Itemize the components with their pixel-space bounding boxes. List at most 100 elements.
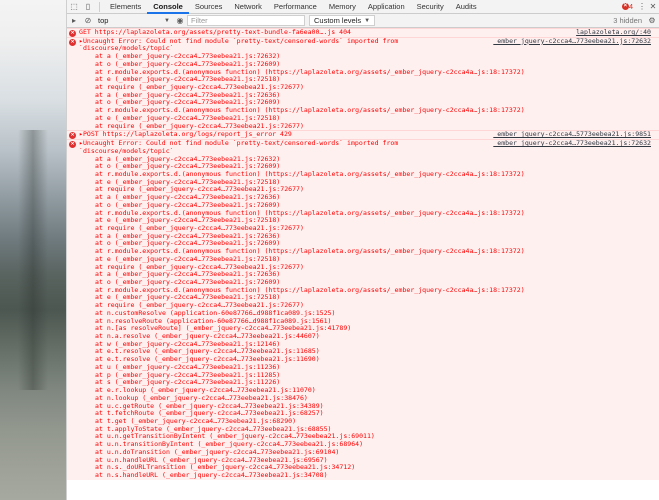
console-settings-gear-icon[interactable]: ⚙ (645, 14, 659, 28)
stack-frame-line[interactable]: at a (_ember_jquery-c2cca4…773eebea21.js… (79, 92, 655, 100)
stack-frame-text: at n.lookup (_ember_jquery-c2cca4…773eeb… (95, 394, 308, 402)
stack-frame-line[interactable]: at n.resolveRoute (application-60e87766…… (79, 318, 655, 326)
stack-frame-line[interactable]: at a (_ember_jquery-c2cca4…773eebea21.js… (79, 233, 655, 241)
log-levels-dropdown[interactable]: Custom levels ▼ (309, 15, 376, 26)
stack-frame-line[interactable]: at a (_ember_jquery-c2cca4…773eebea21.js… (79, 271, 655, 279)
more-options-icon[interactable]: ⋮ (637, 2, 647, 11)
tab-application[interactable]: Application (362, 0, 411, 14)
tab-performance[interactable]: Performance (268, 0, 323, 14)
stack-frame-line[interactable]: at n.[as resolveRoute] (_ember_jquery-c2… (79, 325, 655, 333)
stack-frame-text: at require (_ember_jquery-c2cca4…773eebe… (95, 122, 304, 130)
stack-frame-line[interactable]: at s (_ember_jquery-c2cca4…773eebea21.js… (79, 379, 655, 387)
message-text: ▸Uncaught Error: Could not find module `… (79, 140, 399, 148)
stack-frame-text: at e.t.resolve (_ember_jquery-c2cca4…773… (95, 356, 320, 364)
stack-frame-line[interactable]: at r.module.exports.d.(anonymous functio… (79, 210, 655, 218)
log-levels-label: Custom levels (314, 16, 362, 25)
stack-frame-line[interactable]: at u.n.transitionByIntent (_ember_jquery… (79, 441, 655, 449)
stack-frame-line[interactable]: at n.s._doURLTransition (_ember_jquery-c… (79, 464, 655, 472)
stack-frame-line[interactable]: at e (_ember_jquery-c2cca4…773eebea21.js… (79, 256, 655, 264)
show-sidebar-icon[interactable]: ▸ (67, 14, 81, 28)
stack-frame-line[interactable]: at u.c.getRoute (_ember_jquery-c2cca4…77… (79, 403, 655, 411)
stack-frame-line[interactable]: at e (_ember_jquery-c2cca4…773eebea21.js… (79, 179, 655, 187)
context-selector[interactable]: top ▼ (95, 15, 173, 26)
live-expression-eye-icon[interactable]: ◉ (173, 14, 187, 28)
source-link[interactable]: _ember_jquery-c2cca4…773eebea21.js:72632 (493, 38, 651, 46)
tab-security[interactable]: Security (411, 0, 450, 14)
inspect-element-icon[interactable]: ⬚ (67, 0, 81, 14)
stack-frame-line[interactable]: at a (_ember_jquery-c2cca4…773eebea21.js… (79, 53, 655, 61)
stack-frame-line[interactable]: at a (_ember_jquery-c2cca4…773eebea21.js… (79, 194, 655, 202)
stack-frame-line[interactable]: at require (_ember_jquery-c2cca4…773eebe… (79, 302, 655, 310)
stack-frame-line[interactable]: at o (_ember_jquery-c2cca4…773eebea21.js… (79, 240, 655, 248)
stack-frame-text: at e.t.resolve (_ember_jquery-c2cca4…773… (95, 348, 320, 356)
stack-frame-line[interactable]: at n.a.resolve (_ember_jquery-c2cca4…773… (79, 333, 655, 341)
stack-frame-line[interactable]: at r.module.exports.d.(anonymous functio… (79, 171, 655, 179)
stack-frame-text: at e.r.lookup (_ember_jquery-c2cca4…773e… (95, 387, 316, 395)
stack-frame-text: at a (_ember_jquery-c2cca4…773eebea21.js… (95, 232, 281, 240)
stack-frame-line[interactable]: at o (_ember_jquery-c2cca4…773eebea21.js… (79, 279, 655, 287)
stack-frame-line[interactable]: at r.module.exports.d.(anonymous functio… (79, 107, 655, 115)
stack-frame-line[interactable]: at o (_ember_jquery-c2cca4…773eebea21.js… (79, 61, 655, 69)
stack-frame-line[interactable]: at u.n.doTransition (_ember_jquery-c2cca… (79, 449, 655, 457)
stack-frame-line[interactable]: at w (_ember_jquery-c2cca4…773eebea21.js… (79, 341, 655, 349)
stack-frame-line[interactable]: at n.s.handleURL (_ember_jquery-c2cca4…7… (79, 472, 655, 480)
console-error-message: × ▸POST https://laplazoleta.org/logs/repo… (67, 130, 659, 140)
stack-frame-line[interactable]: at require (_ember_jquery-c2cca4…773eebe… (79, 225, 655, 233)
stack-frame-text: at e (_ember_jquery-c2cca4…773eebea21.js… (95, 178, 281, 186)
tab-sources[interactable]: Sources (189, 0, 229, 14)
stack-frame-line[interactable]: at require (_ember_jquery-c2cca4…773eebe… (79, 84, 655, 92)
stack-frame-line[interactable]: at require (_ember_jquery-c2cca4…773eebe… (79, 123, 655, 131)
stack-frame-text: at require (_ember_jquery-c2cca4…773eebe… (95, 263, 304, 271)
message-text-line: ▸Uncaught Error: Could not find module `… (79, 140, 655, 148)
tab-memory[interactable]: Memory (323, 0, 362, 14)
source-link[interactable]: laplazoleta.org/:40 (576, 29, 651, 37)
error-count-badge[interactable]: × 4 (620, 2, 633, 11)
tab-console[interactable]: Console (147, 0, 189, 14)
stack-frame-line[interactable]: at e (_ember_jquery-c2cca4…773eebea21.js… (79, 76, 655, 84)
source-link[interactable]: _ember_jquery-c2cca4…773eebea21.js:72632 (493, 140, 651, 148)
stack-frame-line[interactable]: at o (_ember_jquery-c2cca4…773eebea21.js… (79, 99, 655, 107)
stack-frame-line[interactable]: at o (_ember_jquery-c2cca4…773eebea21.js… (79, 163, 655, 171)
stack-frame-line[interactable]: at e (_ember_jquery-c2cca4…773eebea21.js… (79, 294, 655, 302)
stack-frame-line[interactable]: at u (_ember_jquery-c2cca4…773eebea21.js… (79, 364, 655, 372)
stack-frame-text: at w (_ember_jquery-c2cca4…773eebea21.js… (95, 340, 281, 348)
stack-frame-text: at o (_ember_jquery-c2cca4…773eebea21.js… (95, 240, 281, 248)
stack-frame-line[interactable]: at t.get (_ember_jquery-c2cca4…773eebea2… (79, 418, 655, 426)
stack-frame-line[interactable]: at require (_ember_jquery-c2cca4…773eebe… (79, 186, 655, 194)
filter-input[interactable] (187, 15, 305, 26)
stack-frame-text: at a (_ember_jquery-c2cca4…773eebea21.js… (95, 53, 281, 61)
stack-frame-line[interactable]: at r.module.exports.d.(anonymous functio… (79, 287, 655, 295)
stack-frame-line[interactable]: at a (_ember_jquery-c2cca4…773eebea21.js… (79, 156, 655, 164)
stack-frame-text: at o (_ember_jquery-c2cca4…773eebea21.js… (95, 163, 281, 171)
stack-frame-line[interactable]: at e.r.lookup (_ember_jquery-c2cca4…773e… (79, 387, 655, 395)
stack-frame-text: at n.a.resolve (_ember_jquery-c2cca4…773… (95, 333, 320, 341)
tab-network[interactable]: Network (228, 0, 268, 14)
stack-frame-line[interactable]: at r.module.exports.d.(anonymous functio… (79, 69, 655, 77)
stack-frame-line[interactable]: at o (_ember_jquery-c2cca4…773eebea21.js… (79, 202, 655, 210)
tab-elements[interactable]: Elements (104, 0, 147, 14)
stack-frame-line[interactable]: at n.customResolve (application-60e87766… (79, 310, 655, 318)
stack-frame-line[interactable]: at e (_ember_jquery-c2cca4…773eebea21.js… (79, 115, 655, 123)
stack-frame-text: at u.n.getTransitionByIntent (_ember_jqu… (95, 433, 375, 441)
stack-frame-line[interactable]: at t.applyToState (_ember_jquery-c2cca4…… (79, 426, 655, 434)
stack-frame-line[interactable]: at e.t.resolve (_ember_jquery-c2cca4…773… (79, 356, 655, 364)
tab-audits[interactable]: Audits (450, 0, 483, 14)
stack-frame-line[interactable]: at e.t.resolve (_ember_jquery-c2cca4…773… (79, 348, 655, 356)
stack-frame-text: at t.fetchRoute (_ember_jquery-c2cca4…77… (95, 410, 324, 418)
close-devtools-icon[interactable]: ✕ (647, 2, 659, 11)
stack-frame-text: at e (_ember_jquery-c2cca4…773eebea21.js… (95, 114, 281, 122)
error-count: 4 (628, 2, 633, 11)
stack-frame-line[interactable]: at r.module.exports.d.(anonymous functio… (79, 248, 655, 256)
device-toolbar-icon[interactable]: ▯ (81, 0, 95, 14)
stack-frame-text: at r.module.exports.d.(anonymous functio… (95, 248, 525, 256)
stack-frame-line[interactable]: at require (_ember_jquery-c2cca4…773eebe… (79, 264, 655, 272)
source-link[interactable]: _ember_jquery-c2cca4…5773eebea21.js:9851 (493, 131, 651, 139)
stack-frame-line[interactable]: at u.n.getTransitionByIntent (_ember_jqu… (79, 433, 655, 441)
stack-frame-line[interactable]: at e (_ember_jquery-c2cca4…773eebea21.js… (79, 217, 655, 225)
stack-frame-line[interactable]: at u.n.handleURL (_ember_jquery-c2cca4…7… (79, 457, 655, 465)
stack-frame-line[interactable]: at n.lookup (_ember_jquery-c2cca4…773eeb… (79, 395, 655, 403)
stack-frame-text: at e (_ember_jquery-c2cca4…773eebea21.js… (95, 217, 281, 225)
clear-console-icon[interactable]: ⊘ (81, 14, 95, 28)
stack-frame-line[interactable]: at p (_ember_jquery-c2cca4…773eebea21.js… (79, 372, 655, 380)
stack-frame-line[interactable]: at t.fetchRoute (_ember_jquery-c2cca4…77… (79, 410, 655, 418)
